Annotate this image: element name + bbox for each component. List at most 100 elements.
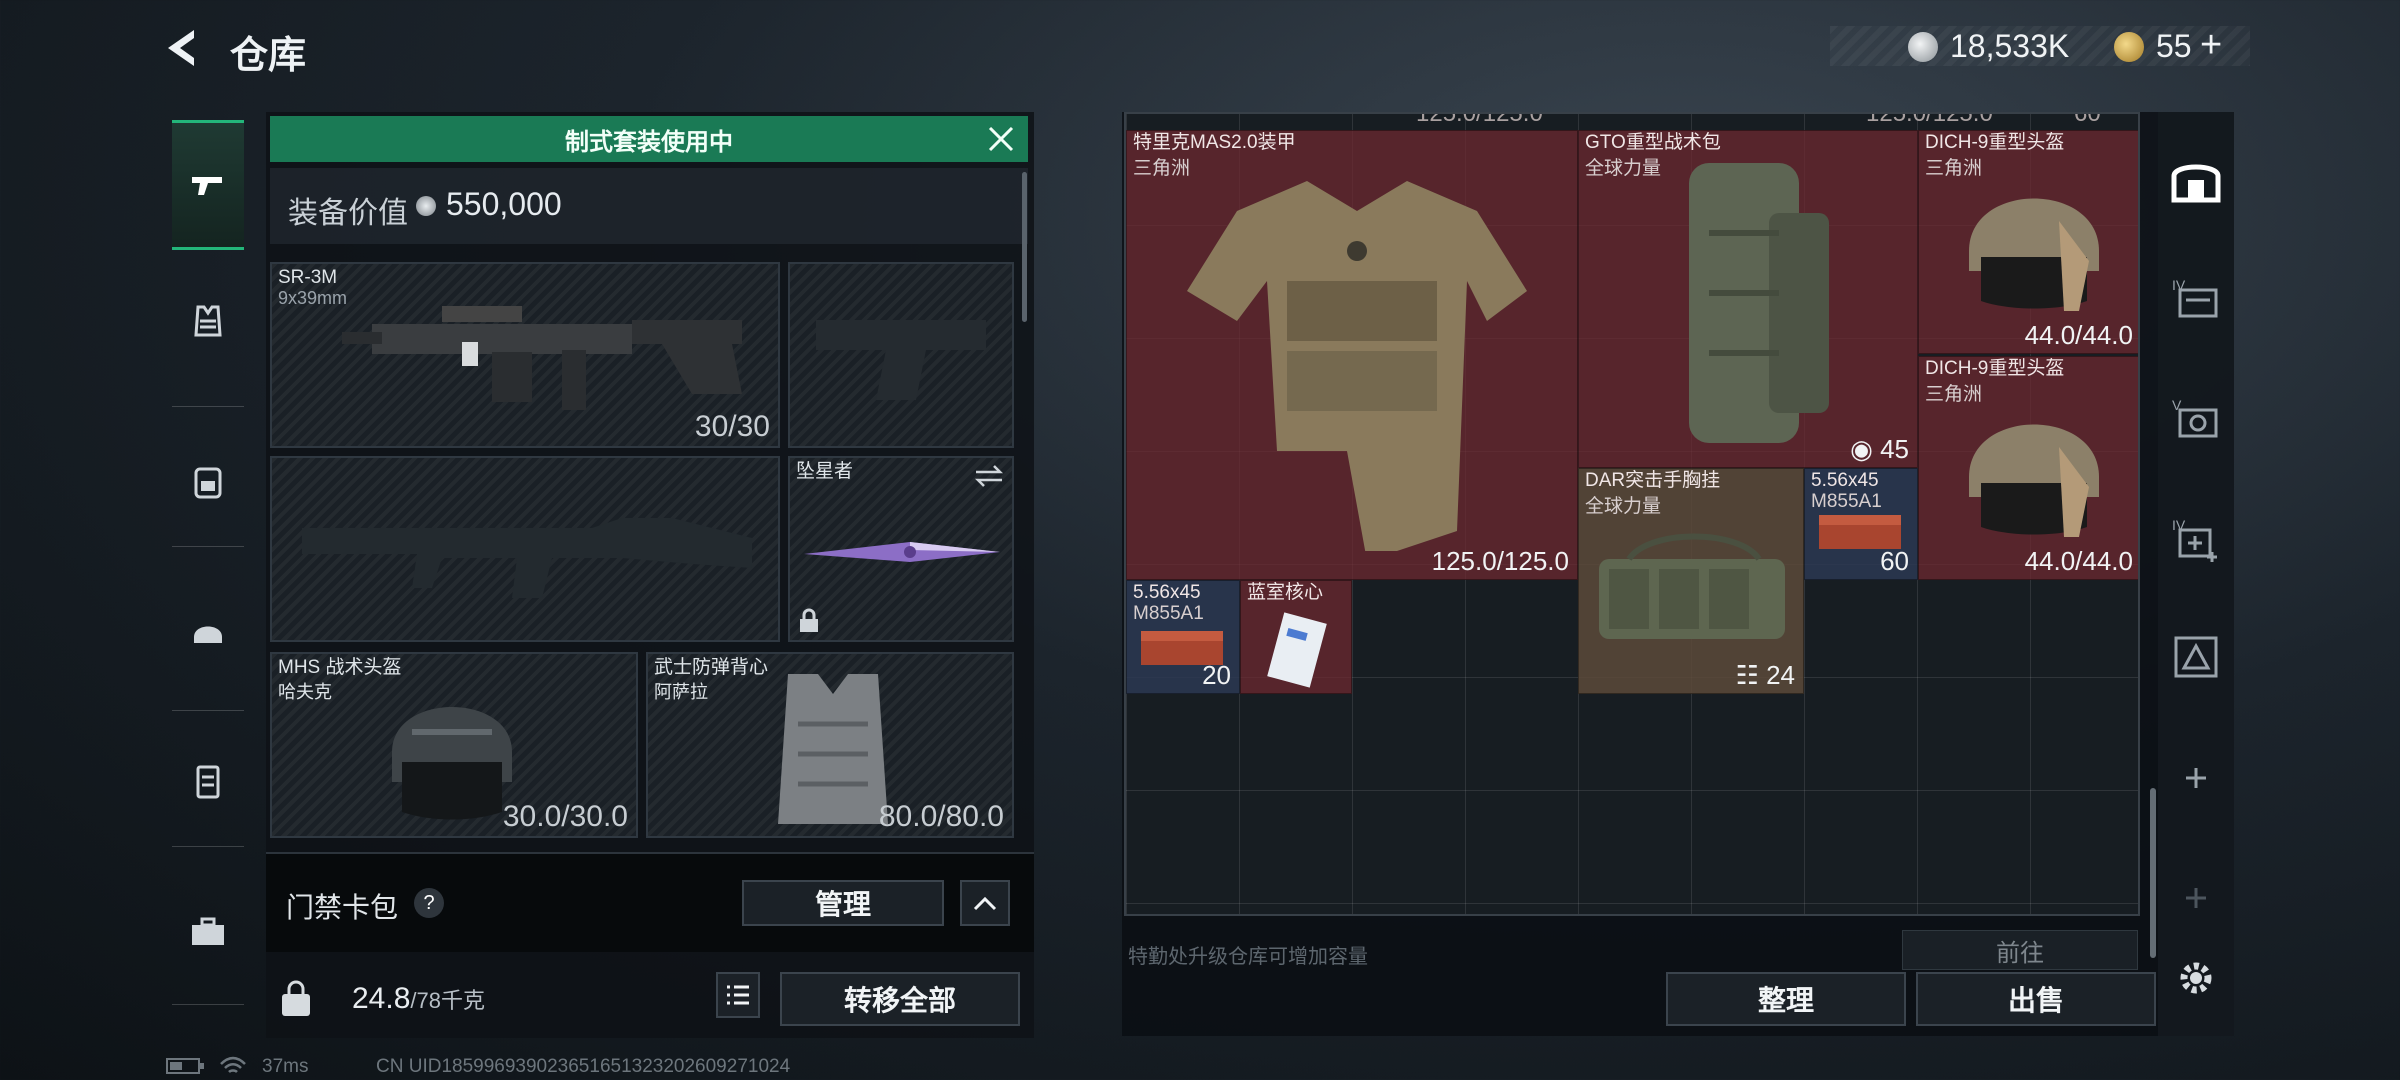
battery-icon — [166, 1056, 206, 1080]
add-currency-button[interactable]: + — [2200, 24, 2222, 67]
vest-icon[interactable] — [172, 256, 244, 386]
keycard-label: 门禁卡包 — [286, 892, 399, 923]
backpack-icon[interactable] — [172, 416, 244, 546]
sell-button[interactable]: 出售 — [1916, 972, 2156, 1026]
silver-currency-value: 18,533K — [1950, 28, 2070, 64]
helmet-icon — [392, 707, 512, 820]
stash-item-armor[interactable]: 特里克MAS2.0装甲 三角洲 125.0/125.0 — [1126, 130, 1578, 580]
medical-stash-icon[interactable]: IV — [2168, 510, 2224, 566]
chevron-up-icon — [973, 896, 997, 911]
armor-vest-icon — [1187, 181, 1527, 551]
item-count: 60 — [1880, 546, 1909, 576]
secondary-rifle-slot[interactable] — [270, 456, 780, 642]
helmet-icon[interactable] — [172, 566, 244, 696]
weight-icon — [274, 968, 318, 1030]
secondary-weapon-slot[interactable] — [788, 262, 1014, 448]
gold-coin-icon — [2114, 32, 2144, 62]
swap-icon[interactable] — [974, 464, 1004, 488]
coin-icon — [416, 196, 436, 216]
helmet-slot[interactable]: MHS 战术头盔 哈夫克 30.0/30.0 — [270, 652, 638, 838]
item-name: 5.56x45 — [1133, 582, 1201, 603]
chest-rig-icon — [1599, 533, 1785, 639]
manage-button[interactable]: 管理 — [742, 880, 944, 926]
item-durability: 125.0/125.0 — [1431, 546, 1569, 576]
item-count-value: 45 — [1880, 434, 1909, 464]
wifi-icon — [218, 1056, 248, 1080]
help-icon[interactable]: ? — [414, 888, 444, 918]
main-stash-icon[interactable] — [2168, 152, 2224, 208]
toolbox-icon[interactable] — [172, 866, 244, 996]
preset-banner: 制式套装使用中 — [270, 116, 1028, 162]
weapon-name: SR-3M — [278, 267, 338, 288]
item-name: 特里克MAS2.0装甲 — [1133, 132, 1296, 153]
helmet-origin: 哈夫克 — [278, 682, 332, 702]
armor-name: 武士防弹背心 — [654, 657, 769, 678]
carry-weight-unit: /78千克 — [410, 988, 485, 1013]
melee-slot[interactable]: 坠星者 — [788, 456, 1014, 642]
stash-tab-4-icon[interactable]: IV — [2168, 270, 2224, 326]
item-name: GTO重型战术包 — [1585, 132, 1721, 153]
page-title: 仓库 — [230, 35, 307, 77]
armor-durability: 80.0/80.0 — [878, 800, 1004, 833]
close-icon[interactable] — [984, 122, 1018, 156]
stash-item-ammo[interactable]: 5.56x45 M855A1 60 — [1804, 468, 1918, 580]
item-name: DICH-9重型头盔 — [1925, 132, 2065, 153]
sort-button[interactable]: 整理 — [1666, 972, 1906, 1026]
primary-weapon-slot[interactable]: SR-3M 9x39mm 30/30 — [270, 262, 780, 448]
weapon-ammo: 30/30 — [694, 410, 770, 443]
carry-weight-value: 24.8 — [352, 982, 411, 1015]
pistol-silhouette-icon — [816, 320, 986, 400]
item-name: DAR突击手胸挂 — [1585, 470, 1721, 491]
stash-item-chest-rig[interactable]: DAR突击手胸挂 全球力量 ☷ 24 — [1578, 468, 1804, 694]
back-icon[interactable] — [160, 26, 204, 70]
rifle-icon — [342, 306, 742, 410]
vest-small-icon: ☷ — [1735, 660, 1759, 690]
loadout-scrollbar[interactable] — [1022, 172, 1027, 322]
list-view-button[interactable] — [716, 972, 760, 1018]
item-name: 蓝室核心 — [1247, 582, 1324, 603]
stash-item-backpack[interactable]: GTO重型战术包 全球力量 ◉ 45 — [1578, 130, 1918, 468]
item-origin: 全球力量 — [1585, 496, 1662, 517]
equipment-category-nav — [162, 106, 254, 1006]
silver-coin-icon — [1908, 32, 1938, 62]
backpack-icon — [1689, 163, 1829, 443]
armor-origin: 阿萨拉 — [654, 682, 708, 702]
helmet-durability: 30.0/30.0 — [502, 800, 628, 833]
stash-cut-durability-2: 125.0/125.0 — [1866, 112, 1993, 127]
stash-item-keycard[interactable]: 蓝室核心 — [1240, 580, 1352, 694]
stash-scrollbar[interactable] — [2150, 788, 2156, 958]
stash-item-ammo[interactable]: 5.56x45 M855A1 20 — [1126, 580, 1240, 694]
transfer-all-button[interactable]: 转移全部 — [780, 972, 1020, 1026]
keycard-icon — [1267, 612, 1327, 688]
carry-weight: 24.8/78千克 — [352, 982, 485, 1016]
goto-button[interactable]: 前往 — [1902, 930, 2138, 970]
pistol-icon[interactable] — [172, 120, 244, 250]
stash-capacity-hint: 特勤处升级仓库可增加容量 — [1128, 946, 1368, 968]
armor-slot[interactable]: 武士防弹背心 阿萨拉 80.0/80.0 — [646, 652, 1014, 838]
melee-name: 坠星者 — [796, 461, 854, 482]
stash-grid[interactable]: 125.0/125.0 125.0/125.0 60 特里克MAS2.0装甲 三… — [1124, 112, 2140, 916]
list-icon — [727, 985, 749, 1005]
stash-cut-durability-1: 125.0/125.0 — [1416, 112, 1543, 127]
knife-icon — [804, 542, 1000, 562]
gold-currency-value: 55 — [2156, 28, 2192, 64]
rifle-silhouette-icon — [302, 518, 752, 598]
item-count-value: 24 — [1766, 660, 1795, 690]
user-uid: CN UID1859969390236516513232026092710​24 — [376, 1056, 791, 1077]
stash-cut-count: 60 — [2074, 112, 2101, 127]
helmet-icon — [1969, 424, 2099, 537]
stash-item-helmet[interactable]: DICH-9重型头盔 三角洲 44.0/44.0 — [1918, 130, 2138, 354]
hazard-stash-icon[interactable] — [2168, 628, 2224, 684]
stash-tab-5-icon[interactable]: V — [2168, 390, 2224, 446]
settings-gear-icon[interactable] — [2168, 950, 2224, 1006]
collapse-button[interactable] — [960, 880, 1010, 926]
backpack-capacity-icon: ◉ — [1850, 434, 1873, 464]
item-count: ☷ 24 — [1736, 660, 1795, 691]
stash-item-helmet[interactable]: DICH-9重型头盔 三角洲 44.0/44.0 — [1918, 356, 2138, 580]
chest-rig-icon[interactable] — [172, 716, 244, 846]
add-stash-icon[interactable] — [2168, 750, 2224, 806]
item-durability: 44.0/44.0 — [2024, 546, 2133, 576]
item-name: DICH-9重型头盔 — [1925, 358, 2065, 379]
equipment-value-label: 装备价值 — [288, 197, 408, 230]
equipment-value: 550,000 — [446, 186, 562, 222]
